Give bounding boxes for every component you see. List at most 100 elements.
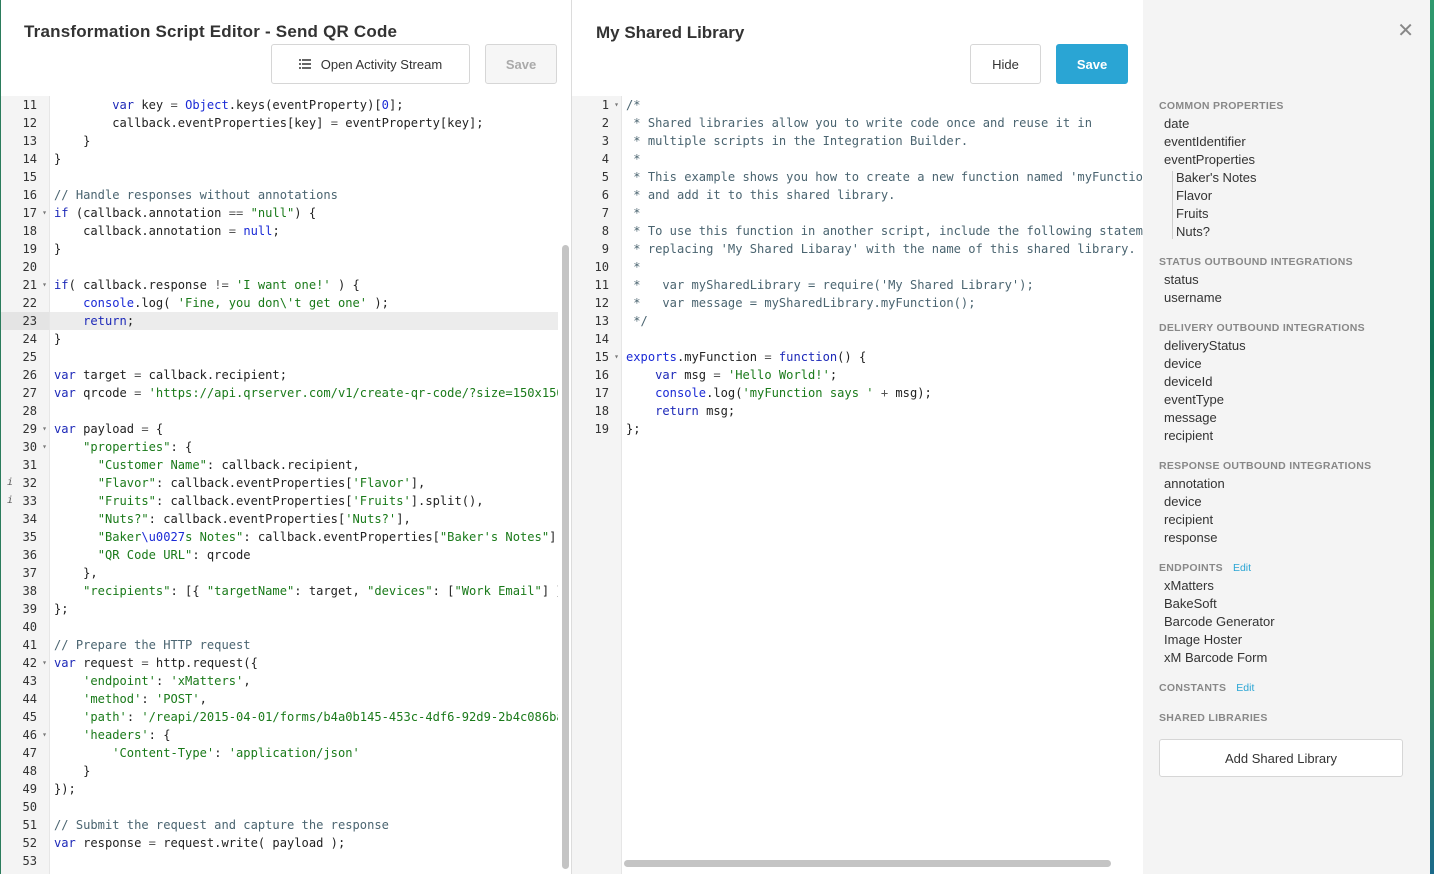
property-recipient[interactable]: recipient [1164, 511, 1213, 529]
code-line[interactable]: "properties": { [50, 438, 558, 456]
code-line[interactable] [50, 168, 558, 186]
property-annotation[interactable]: annotation [1164, 475, 1225, 493]
code-line[interactable]: * multiple scripts in the Integration Bu… [622, 132, 1143, 150]
code-line[interactable] [50, 852, 558, 870]
property-event-identifier[interactable]: eventIdentifier [1164, 133, 1246, 151]
fold-arrow-icon[interactable]: ▾ [42, 420, 47, 438]
code-text-area[interactable]: var key = Object.keys(eventProperty)[0];… [50, 96, 558, 874]
property-device-id[interactable]: deviceId [1164, 373, 1212, 391]
endpoints-edit-link[interactable]: Edit [1233, 562, 1251, 574]
property-fruits[interactable]: Fruits [1176, 205, 1209, 223]
property-device[interactable]: device [1164, 355, 1202, 373]
info-icon[interactable]: i [7, 492, 13, 510]
code-line[interactable]: "QR Code URL": qrcode [50, 546, 558, 564]
code-line[interactable]: console.log( 'Fine, you don\'t get one' … [50, 294, 558, 312]
add-shared-library-button[interactable]: Add Shared Library [1159, 739, 1403, 777]
info-icon[interactable]: i [7, 474, 13, 492]
code-line[interactable]: "recipients": [{ "targetName": target, "… [50, 582, 558, 600]
code-line[interactable]: } [50, 150, 558, 168]
code-line[interactable]: * This example shows you how to create a… [622, 168, 1143, 186]
code-line[interactable]: exports.myFunction = function() { [622, 348, 1143, 366]
code-line[interactable]: "Nuts?": callback.eventProperties['Nuts?… [50, 510, 558, 528]
code-line[interactable]: var request = http.request({ [50, 654, 558, 672]
code-line[interactable] [50, 348, 558, 366]
code-line[interactable]: callback.eventProperties[key] = eventPro… [50, 114, 558, 132]
code-line[interactable]: * [622, 258, 1143, 276]
property-delivery-status[interactable]: deliveryStatus [1164, 337, 1246, 355]
code-line[interactable]: return; [50, 312, 558, 330]
property-flavor[interactable]: Flavor [1176, 187, 1212, 205]
code-line[interactable]: 'Content-Type': 'application/json' [50, 744, 558, 762]
fold-arrow-icon[interactable]: ▾ [614, 96, 619, 114]
code-line[interactable]: callback.annotation = null; [50, 222, 558, 240]
code-line[interactable]: } [50, 132, 558, 150]
fold-arrow-icon[interactable]: ▾ [42, 204, 47, 222]
shared-library-code-editor[interactable]: 1 ▾ 2 3 4 5 6 7 8 9 10 11 12 13 14 15 ▾ 16 17 18 19 /* * Sha… [572, 96, 1143, 874]
code-line[interactable]: if( callback.response != 'I want one!' )… [50, 276, 558, 294]
code-line[interactable]: console.log('myFunction says ' + msg); [622, 384, 1143, 402]
code-line[interactable]: "Fruits": callback.eventProperties['Frui… [50, 492, 558, 510]
code-line[interactable] [50, 618, 558, 636]
code-line[interactable]: * To use this function in another script… [622, 222, 1143, 240]
property-date[interactable]: date [1164, 115, 1189, 133]
code-line[interactable]: }; [50, 600, 558, 618]
code-line[interactable]: var qrcode = 'https://api.qrserver.com/v… [50, 384, 558, 402]
property-recipient[interactable]: recipient [1164, 427, 1213, 445]
code-line[interactable]: * and add it to this shared library. [622, 186, 1143, 204]
code-line[interactable]: * [622, 204, 1143, 222]
code-line[interactable]: * var message = mySharedLibrary.myFuncti… [622, 294, 1143, 312]
fold-arrow-icon[interactable]: ▾ [614, 348, 619, 366]
save-button-disabled[interactable]: Save [485, 44, 557, 84]
code-line[interactable]: * replacing 'My Shared Libaray' with the… [622, 240, 1143, 258]
endpoint-item[interactable]: BakeSoft [1164, 595, 1217, 613]
property-device[interactable]: device [1164, 493, 1202, 511]
code-line[interactable]: var msg = 'Hello World!'; [622, 366, 1143, 384]
property-status[interactable]: status [1164, 271, 1199, 289]
code-line[interactable]: var payload = { [50, 420, 558, 438]
code-line[interactable]: */ [622, 312, 1143, 330]
code-line[interactable]: var key = Object.keys(eventProperty)[0]; [50, 96, 558, 114]
code-line[interactable]: /* [622, 96, 1143, 114]
fold-arrow-icon[interactable]: ▾ [42, 726, 47, 744]
vertical-scrollbar[interactable] [562, 245, 569, 869]
fold-arrow-icon[interactable]: ▾ [42, 276, 47, 294]
property-bakers-notes[interactable]: Baker's Notes [1176, 169, 1257, 187]
constants-edit-link[interactable]: Edit [1236, 682, 1254, 694]
save-button[interactable]: Save [1056, 44, 1128, 84]
code-line[interactable]: 'endpoint': 'xMatters', [50, 672, 558, 690]
code-line[interactable]: // Handle responses without annotations [50, 186, 558, 204]
close-icon[interactable]: ✕ [1397, 18, 1414, 43]
code-line[interactable]: var target = callback.recipient; [50, 366, 558, 384]
code-line[interactable]: var response = request.write( payload ); [50, 834, 558, 852]
hide-button[interactable]: Hide [970, 44, 1041, 84]
code-line[interactable]: } [50, 240, 558, 258]
code-line[interactable]: "Customer Name": callback.recipient, [50, 456, 558, 474]
endpoint-item[interactable]: Image Hoster [1164, 631, 1242, 649]
code-line[interactable]: }); [50, 780, 558, 798]
code-line[interactable] [622, 330, 1143, 348]
code-line[interactable]: }, [50, 564, 558, 582]
code-line[interactable]: if (callback.annotation == "null") { [50, 204, 558, 222]
fold-arrow-icon[interactable]: ▾ [42, 438, 47, 456]
open-activity-stream-button[interactable]: Open Activity Stream [271, 44, 470, 84]
property-username[interactable]: username [1164, 289, 1222, 307]
fold-arrow-icon[interactable]: ▾ [42, 654, 47, 672]
property-response[interactable]: response [1164, 529, 1217, 547]
code-line[interactable]: 'method': 'POST', [50, 690, 558, 708]
property-nuts[interactable]: Nuts? [1176, 223, 1210, 241]
code-line[interactable] [50, 402, 558, 420]
code-line[interactable]: * Shared libraries allow you to write co… [622, 114, 1143, 132]
code-line[interactable] [50, 798, 558, 816]
code-line[interactable]: 'headers': { [50, 726, 558, 744]
code-line[interactable] [50, 258, 558, 276]
property-message[interactable]: message [1164, 409, 1217, 427]
endpoint-item[interactable]: Barcode Generator [1164, 613, 1275, 631]
code-line[interactable]: } [50, 762, 558, 780]
code-line[interactable]: // Prepare the HTTP request [50, 636, 558, 654]
code-line[interactable]: * [622, 150, 1143, 168]
horizontal-scrollbar[interactable] [624, 860, 1111, 867]
code-line[interactable]: // Submit the request and capture the re… [50, 816, 558, 834]
code-line[interactable]: "Flavor": callback.eventProperties['Flav… [50, 474, 558, 492]
endpoint-item[interactable]: xMatters [1164, 577, 1214, 595]
code-line[interactable]: "Baker\u0027s Notes": callback.eventProp… [50, 528, 558, 546]
